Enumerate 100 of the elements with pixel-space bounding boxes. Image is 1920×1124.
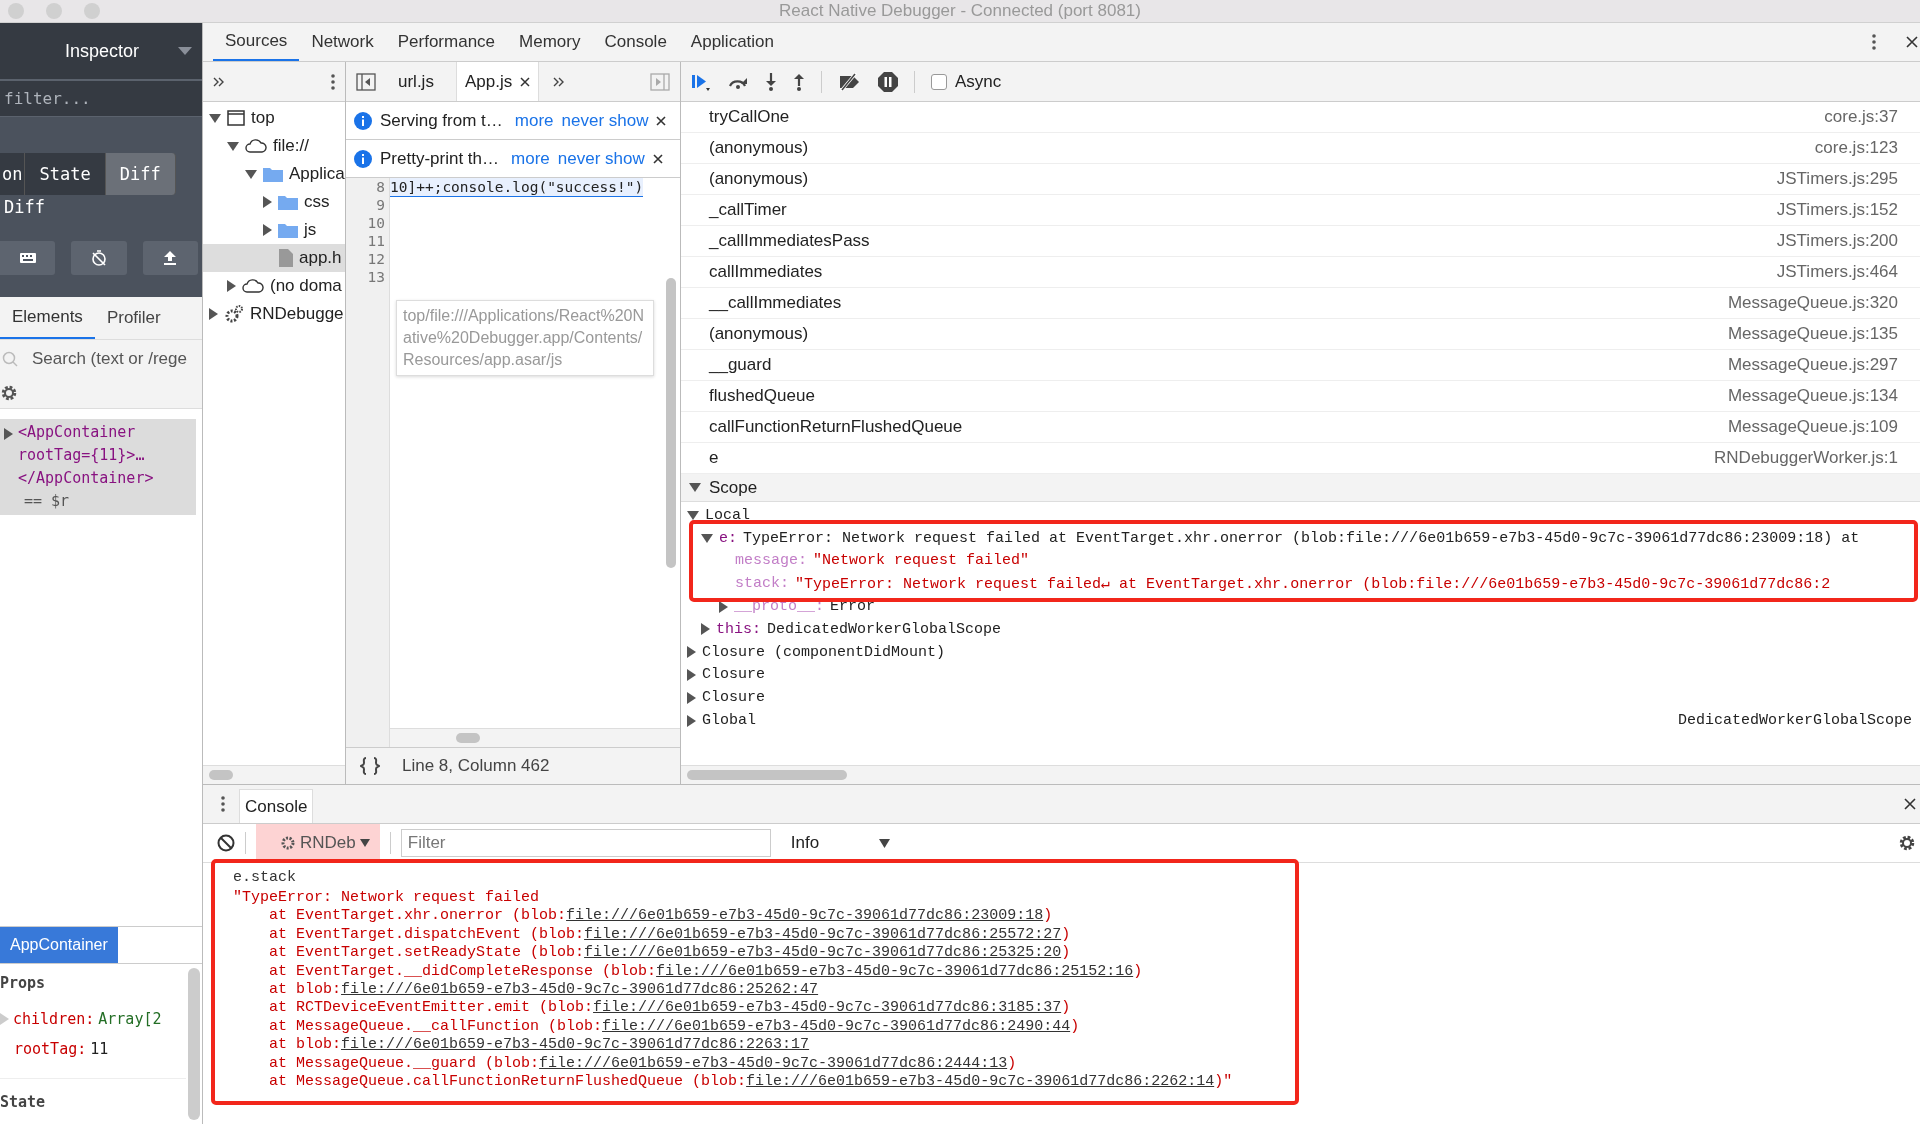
component-tree-node[interactable]: <AppContainer rootTag={11}>…</AppContainer> == $r bbox=[0, 419, 196, 515]
expand-arrow-icon[interactable] bbox=[719, 600, 728, 613]
panel-tab[interactable]: Console bbox=[592, 23, 679, 61]
log-level-select[interactable]: Info bbox=[780, 833, 891, 853]
source-link[interactable]: file:///6e01b659-e7b3-45d0-9c7c-39061d77dc86:2262:14 bbox=[746, 1072, 1215, 1090]
scrollbar[interactable] bbox=[687, 770, 847, 780]
source-link[interactable]: file:///6e01b659-e7b3-45d0-9c7c-39061d77dc86:25152:16 bbox=[656, 962, 1134, 980]
breadcrumb-item[interactable]: AppContainer bbox=[0, 927, 118, 963]
call-frame[interactable]: _callImmediatesPass JSTimers.js:200 bbox=[681, 226, 1920, 257]
expand-arrow-icon[interactable] bbox=[701, 533, 713, 543]
expand-arrow-icon[interactable] bbox=[687, 668, 696, 681]
close-icon[interactable] bbox=[1906, 36, 1918, 48]
file-tree-item[interactable]: app.h bbox=[203, 244, 345, 272]
close-icon[interactable] bbox=[656, 115, 667, 126]
more-tabs-icon[interactable] bbox=[553, 76, 566, 87]
upload-button[interactable] bbox=[142, 241, 198, 275]
call-frame[interactable]: __callImmediates MessageQueue.js:320 bbox=[681, 288, 1920, 319]
file-tree-item[interactable]: top bbox=[203, 104, 345, 132]
panel-tab[interactable]: Network bbox=[299, 23, 386, 61]
info-link[interactable]: never show bbox=[561, 110, 649, 131]
source-link[interactable]: file:///6e01b659-e7b3-45d0-9c7c-39061d77dc86:25572:27 bbox=[584, 925, 1062, 943]
source-link[interactable]: file:///6e01b659-e7b3-45d0-9c7c-39061d77dc86:25262:47 bbox=[341, 980, 819, 998]
property-value: "Network request failed" bbox=[813, 552, 1030, 570]
more-options-icon[interactable] bbox=[1872, 34, 1876, 50]
scrollbar[interactable] bbox=[209, 770, 233, 780]
info-link[interactable]: more bbox=[511, 148, 550, 169]
more-options-icon[interactable] bbox=[331, 73, 335, 90]
source-link[interactable]: file:///6e01b659-e7b3-45d0-9c7c-39061d77dc86:23009:18 bbox=[566, 907, 1044, 925]
drawer-tab[interactable]: Console bbox=[239, 789, 314, 823]
toggle-navigator-icon[interactable] bbox=[356, 72, 376, 91]
file-tree-item[interactable]: (no doma bbox=[203, 272, 345, 300]
source-link[interactable]: file:///6e01b659-e7b3-45d0-9c7c-39061d77dc86:2490:44 bbox=[602, 1017, 1071, 1035]
call-frame[interactable]: callFunctionReturnFlushedQueue MessageQueue.js:109 bbox=[681, 412, 1920, 443]
call-frame[interactable]: tryCallOne core.js:37 bbox=[681, 102, 1920, 133]
inspector-tab[interactable]: State bbox=[25, 153, 106, 195]
property-name: this: bbox=[716, 620, 761, 638]
step-into-icon[interactable] bbox=[765, 72, 777, 91]
call-frame[interactable]: (anonymous) JSTimers.js:295 bbox=[681, 164, 1920, 195]
close-icon[interactable] bbox=[1904, 798, 1916, 810]
deactivate-breakpoints-icon[interactable] bbox=[838, 72, 862, 91]
step-out-icon[interactable] bbox=[793, 72, 805, 91]
section-header[interactable]: Scope bbox=[681, 474, 1920, 502]
search-field[interactable]: Search (text or /rege bbox=[0, 340, 202, 378]
source-link[interactable]: file:///6e01b659-e7b3-45d0-9c7c-39061d77dc86:25325:20 bbox=[584, 944, 1062, 962]
panel-tab[interactable]: Memory bbox=[507, 23, 593, 61]
devtools-tab[interactable]: Profiler bbox=[94, 297, 173, 339]
expand-arrow-icon[interactable] bbox=[701, 623, 710, 636]
expand-arrow-icon[interactable] bbox=[687, 714, 696, 727]
pause-on-exceptions-icon[interactable] bbox=[878, 71, 898, 92]
clear-console-icon[interactable] bbox=[217, 834, 235, 852]
call-frame[interactable]: (anonymous) MessageQueue.js:135 bbox=[681, 319, 1920, 350]
panel-tab[interactable]: Application bbox=[678, 23, 786, 61]
braces-icon[interactable] bbox=[360, 757, 380, 775]
call-frame[interactable]: __guard MessageQueue.js:297 bbox=[681, 350, 1920, 381]
call-frame[interactable]: (anonymous) core.js:123 bbox=[681, 133, 1920, 164]
file-tree-item[interactable]: Applica bbox=[203, 160, 345, 188]
resume-icon[interactable] bbox=[691, 72, 711, 91]
expand-arrow-icon[interactable] bbox=[687, 646, 696, 659]
close-icon[interactable] bbox=[652, 153, 663, 164]
filter-field[interactable]: filter... bbox=[0, 81, 202, 117]
call-frame[interactable]: _callTimer JSTimers.js:152 bbox=[681, 195, 1920, 226]
scrollbar[interactable] bbox=[188, 968, 200, 1120]
expand-arrow-icon[interactable] bbox=[687, 510, 699, 520]
line-number: 13 bbox=[367, 268, 385, 286]
expand-arrow-icon[interactable] bbox=[4, 428, 13, 440]
scrollbar[interactable] bbox=[666, 278, 676, 568]
source-link[interactable]: file:///6e01b659-e7b3-45d0-9c7c-39061d77dc86:3185:37 bbox=[593, 999, 1062, 1017]
more-options-icon[interactable] bbox=[221, 796, 225, 812]
scrollbar[interactable] bbox=[456, 733, 480, 743]
info-link[interactable]: more bbox=[514, 110, 554, 131]
info-link[interactable]: never show bbox=[557, 148, 645, 169]
frame-location: JSTimers.js:152 bbox=[1776, 200, 1898, 220]
property-name: message: bbox=[735, 552, 807, 570]
context-selector[interactable]: RNDeb bbox=[256, 824, 380, 862]
file-tab[interactable]: url.js bbox=[390, 62, 442, 101]
settings-icon[interactable] bbox=[1898, 834, 1916, 852]
call-frame[interactable]: callImmediates JSTimers.js:464 bbox=[681, 257, 1920, 288]
keyboard-button[interactable] bbox=[0, 241, 56, 275]
inspector-tab[interactable]: on bbox=[0, 153, 26, 195]
expand-arrow-icon[interactable] bbox=[687, 691, 696, 704]
dropdown-caret-icon[interactable] bbox=[178, 47, 192, 55]
source-link[interactable]: file:///6e01b659-e7b3-45d0-9c7c-39061d77dc86:2444:13 bbox=[539, 1054, 1008, 1072]
frame-location: JSTimers.js:295 bbox=[1776, 169, 1898, 189]
source-link[interactable]: file:///6e01b659-e7b3-45d0-9c7c-39061d77dc86:2263:17 bbox=[341, 1036, 810, 1054]
timer-off-button[interactable] bbox=[71, 241, 127, 275]
gear-icon bbox=[224, 304, 244, 324]
more-tabs-icon[interactable] bbox=[213, 76, 225, 87]
inspector-tab[interactable]: Diff bbox=[105, 153, 176, 195]
file-tree-item[interactable]: css bbox=[203, 188, 345, 216]
settings-icon[interactable] bbox=[0, 384, 18, 402]
call-frame[interactable]: flushedQueue MessageQueue.js:134 bbox=[681, 381, 1920, 412]
close-icon[interactable] bbox=[520, 76, 531, 87]
panel-tab[interactable]: Performance bbox=[385, 23, 508, 61]
file-tree-item[interactable]: RNDebugge bbox=[203, 300, 345, 328]
async-checkbox[interactable] bbox=[931, 73, 947, 90]
search-input[interactable]: Search (text or /rege bbox=[32, 349, 192, 369]
file-tree-item[interactable]: file:// bbox=[203, 132, 345, 160]
expand-arrow-icon[interactable] bbox=[689, 483, 701, 492]
toggle-debugger-icon[interactable] bbox=[650, 72, 670, 91]
file-tab[interactable]: App.js bbox=[455, 62, 540, 101]
